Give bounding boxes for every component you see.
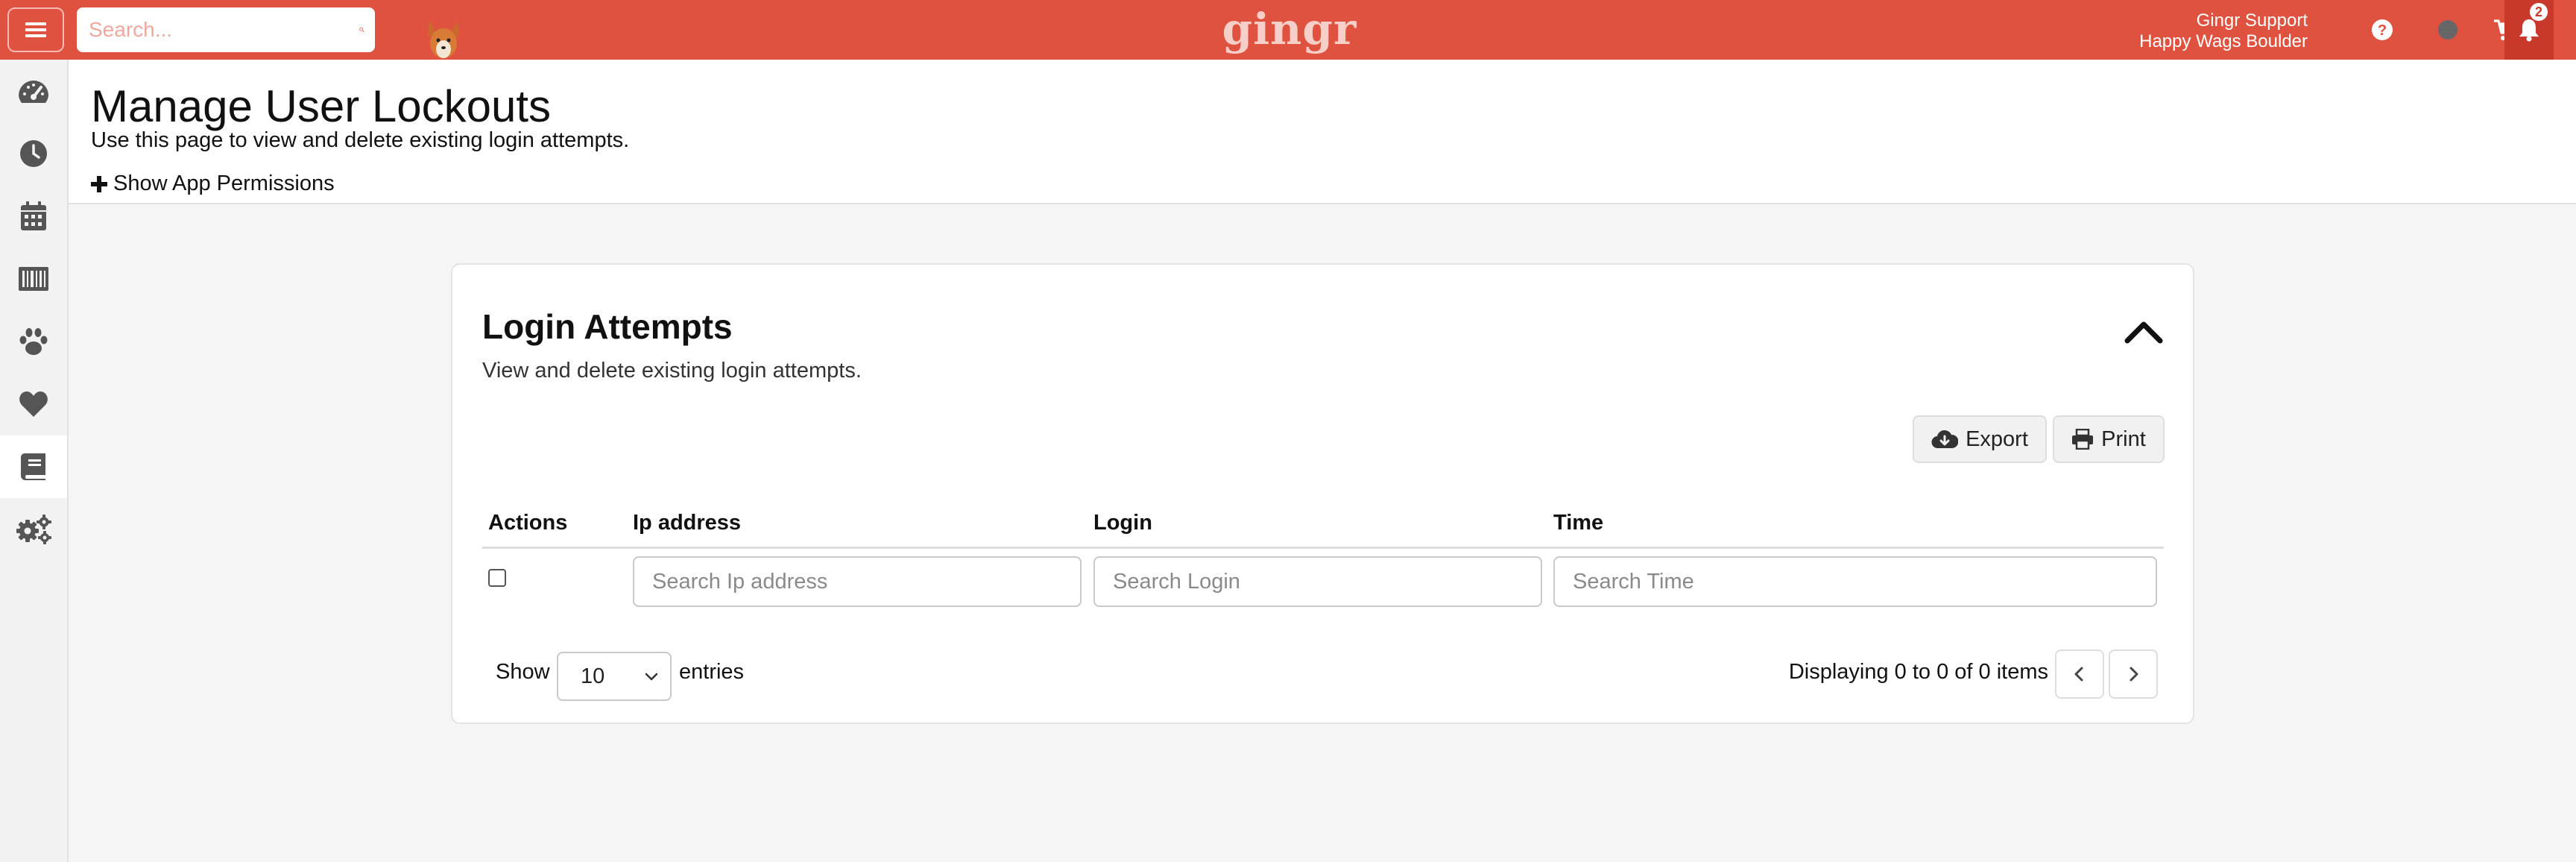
card-title: Login Attempts	[482, 307, 733, 346]
search-ip-address-input[interactable]	[633, 556, 1082, 607]
location-name: Happy Wags Boulder	[2139, 31, 2308, 51]
sidebar-item-reports[interactable]	[0, 435, 67, 498]
notification-count-badge: 2	[2530, 3, 2548, 21]
book-icon	[21, 453, 45, 480]
question-circle-icon: ?	[2372, 19, 2393, 40]
status-indicator[interactable]	[2433, 15, 2463, 45]
sidebar-item-dashboard[interactable]	[0, 60, 67, 122]
paw-icon	[19, 328, 48, 355]
pagination-status: Displaying 0 to 0 of 0 items	[1788, 660, 2048, 684]
show-app-permissions-link[interactable]: Show App Permissions	[91, 172, 335, 196]
plus-icon	[91, 175, 107, 192]
column-header-actions[interactable]: Actions	[488, 511, 567, 535]
status-dot-icon	[2438, 20, 2457, 40]
clock-icon	[20, 140, 47, 167]
print-button[interactable]: Print	[2053, 415, 2165, 463]
previous-page-button[interactable]	[2055, 649, 2104, 699]
top-navbar: gingr Gingr Support Happy Wags Boulder ?…	[0, 0, 2576, 60]
search-login-input[interactable]	[1093, 556, 1542, 607]
page-subtitle: Use this page to view and delete existin…	[91, 128, 630, 152]
show-label: Show	[496, 660, 550, 684]
next-page-button[interactable]	[2109, 649, 2158, 699]
entries-select-value: 10	[581, 664, 605, 688]
table-header-divider	[482, 547, 2164, 549]
page-title: Manage User Lockouts	[91, 81, 551, 131]
sidebar	[0, 60, 69, 862]
sidebar-item-barcode[interactable]	[0, 248, 67, 310]
search-icon[interactable]	[359, 19, 364, 40]
sidebar-item-favorites[interactable]	[0, 373, 67, 435]
chevron-right-icon	[2130, 667, 2138, 682]
print-label: Print	[2101, 427, 2146, 451]
export-label: Export	[1966, 427, 2028, 451]
column-header-ip-address[interactable]: Ip address	[633, 511, 741, 535]
export-button[interactable]: Export	[1913, 415, 2047, 463]
hamburger-menu-button[interactable]	[7, 7, 64, 52]
column-header-time[interactable]: Time	[1553, 511, 1603, 535]
chevron-down-icon	[645, 673, 658, 681]
user-name: Gingr Support	[2196, 10, 2308, 31]
chevron-left-icon	[2074, 667, 2083, 682]
entries-per-page-select[interactable]: 10	[557, 652, 672, 701]
entries-label: entries	[679, 660, 745, 684]
column-header-login[interactable]: Login	[1093, 511, 1152, 535]
svg-text:?: ?	[2378, 22, 2387, 39]
search-time-input[interactable]	[1553, 556, 2157, 607]
barcode-icon	[19, 267, 48, 291]
calendar-icon	[21, 201, 46, 230]
notifications-button[interactable]: 2	[2504, 0, 2554, 60]
user-account[interactable]: Gingr Support Happy Wags Boulder	[2139, 10, 2308, 52]
card-subtitle: View and delete existing login attempts.	[482, 359, 862, 383]
dashboard-gauge-icon	[19, 81, 48, 103]
sidebar-item-calendar[interactable]	[0, 185, 67, 248]
global-search-input[interactable]	[87, 17, 359, 43]
heart-icon	[19, 391, 48, 417]
login-attempts-card: Login Attempts View and delete existing …	[451, 263, 2194, 724]
dog-mascot-icon	[428, 21, 459, 58]
collapse-chevron-up-icon[interactable]	[2123, 317, 2165, 347]
global-search	[77, 7, 375, 52]
gingr-logo[interactable]: gingr	[1215, 3, 1364, 55]
printer-icon	[2072, 429, 2094, 450]
sidebar-item-clock[interactable]	[0, 122, 67, 185]
bell-icon	[2519, 19, 2539, 42]
select-all-checkbox[interactable]	[488, 569, 506, 587]
cloud-download-icon	[1931, 430, 1959, 449]
sidebar-item-pets[interactable]	[0, 310, 67, 373]
gears-icon	[16, 515, 51, 544]
help-button[interactable]: ?	[2367, 15, 2397, 45]
page-header: Manage User Lockouts Use this page to vi…	[69, 60, 2576, 204]
sidebar-item-settings[interactable]	[0, 498, 67, 561]
show-app-permissions-label: Show App Permissions	[113, 172, 335, 195]
hamburger-icon	[25, 22, 46, 37]
